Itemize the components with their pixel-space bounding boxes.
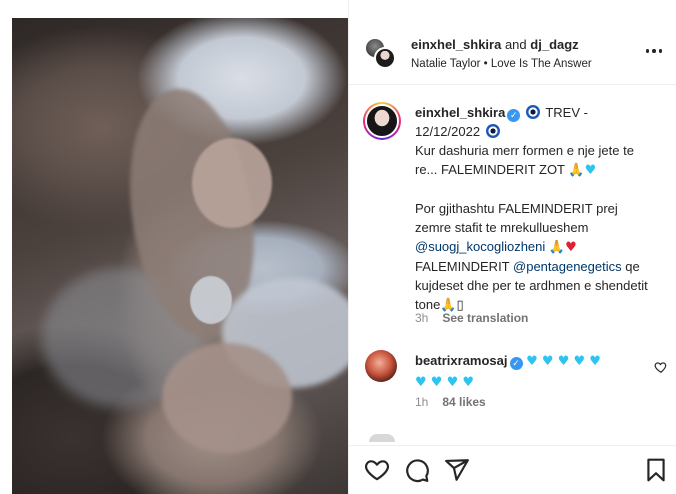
caption-line1: Kur dashuria merr formen e nje jete te r… [415, 143, 634, 177]
comment-time[interactable]: 1h [415, 395, 428, 409]
photo-baby-hand-bottom [162, 343, 292, 453]
caption-meta: 3h See translation [415, 311, 528, 325]
evil-eye-emoji [525, 105, 540, 119]
comment-hearts-line2: ♥ ♥ ♥ ♥ [415, 375, 475, 390]
caption-para2-a: Por gjithashtu FALEMINDERIT prej zemre s… [415, 201, 618, 235]
blue-heart-emoji: ♥ [584, 163, 597, 178]
verified-badge-icon: ✓ [509, 357, 523, 370]
caption-title: TREV - [545, 105, 588, 120]
photo-baby-hand-top [192, 138, 272, 228]
collab-avatars[interactable] [364, 37, 396, 69]
post-actions [349, 446, 676, 494]
heart-icon[interactable] [364, 457, 390, 483]
post-side-panel: einxhel_shkira and dj_dagz Natalie Taylo… [349, 0, 676, 494]
caption-paragraph-2: Por gjithashtu FALEMINDERIT prej zemre s… [415, 199, 655, 315]
caption-para2-b: FALEMINDERIT [415, 259, 510, 274]
caption-username[interactable]: einxhel_shkira [415, 105, 505, 120]
audio-subtitle[interactable]: Natalie Taylor • Love Is The Answer [411, 58, 592, 70]
caption-date: 12/12/2022 [415, 124, 481, 139]
header-username-1[interactable]: einxhel_shkira [411, 37, 501, 52]
comment-text: beatrixramosaj ✓ ♥ ♥ ♥ ♥ ♥ ♥ ♥ ♥ ♥ [415, 351, 635, 393]
header-divider [349, 84, 676, 85]
next-comment-avatar [369, 434, 395, 442]
mention-link-1[interactable]: @suogj_kocogliozheni [415, 239, 545, 254]
post-header: einxhel_shkira and dj_dagz Natalie Taylo… [349, 24, 676, 84]
like-comment-icon[interactable] [654, 360, 668, 374]
red-heart-emoji: ♥ [565, 240, 577, 255]
mention-link-2[interactable]: @pentagenegetics [513, 259, 622, 274]
comment-likes[interactable]: 84 likes [442, 395, 485, 409]
header-username-2[interactable]: dj_dagz [530, 37, 578, 52]
post-photo[interactable] [12, 18, 349, 494]
comment-username[interactable]: beatrixramosaj [415, 353, 508, 368]
post-media[interactable] [0, 0, 349, 494]
see-translation-button[interactable]: See translation [442, 311, 528, 325]
praying-hands-emoji: 🙏 [568, 163, 585, 178]
share-icon[interactable] [444, 457, 470, 483]
comment-avatar[interactable] [365, 350, 397, 382]
save-icon[interactable] [643, 457, 669, 483]
photo-fingernail [190, 276, 232, 324]
verified-badge-icon: ✓ [507, 109, 521, 122]
evil-eye-emoji [485, 124, 500, 138]
comment-meta: 1h 84 likes [415, 395, 486, 409]
praying-hands-emoji: 🙏 [548, 240, 566, 255]
caption-text: einxhel_shkira ✓ TREV - 12/12/2022 Kur da… [415, 103, 655, 315]
caption-time[interactable]: 3h [415, 311, 428, 325]
header-and-text: and [504, 37, 527, 52]
comment-icon[interactable] [404, 457, 430, 483]
avatar-einxhel-shkira[interactable] [374, 47, 396, 69]
more-options-icon[interactable] [644, 44, 664, 58]
header-usernames: einxhel_shkira and dj_dagz [411, 37, 579, 52]
comment-hearts-line1: ♥ ♥ ♥ ♥ ♥ [526, 354, 601, 369]
caption-avatar[interactable] [363, 102, 401, 140]
